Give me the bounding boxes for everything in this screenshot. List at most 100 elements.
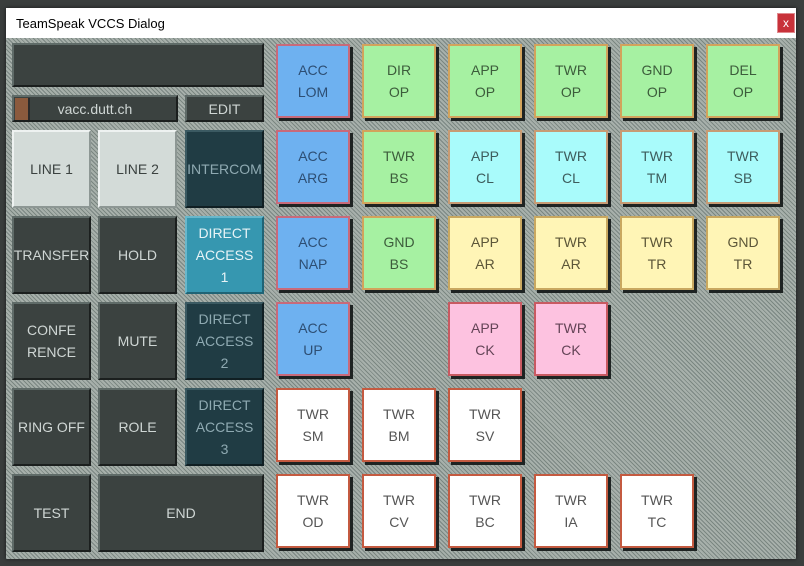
- display-field: [12, 43, 264, 87]
- station-twr-tm-button[interactable]: TWR TM: [620, 130, 694, 204]
- station-app-ar-button[interactable]: APP AR: [448, 216, 522, 290]
- window-title: TeamSpeak VCCS Dialog: [16, 16, 165, 31]
- station-code: CK: [475, 342, 495, 358]
- station-acc-nap-button[interactable]: ACC NAP: [276, 216, 350, 290]
- station-code: BM: [388, 428, 410, 444]
- station-dir-op-button[interactable]: DIR OP: [362, 44, 436, 118]
- direct-access-3-button[interactable]: DIRECT ACCESS 3: [185, 388, 264, 466]
- station-code: BS: [389, 170, 409, 186]
- station-twr-ia-button[interactable]: TWR IA: [534, 474, 608, 548]
- conference-button[interactable]: CONFE RENCE: [12, 302, 91, 380]
- station-twr-ar-button[interactable]: TWR AR: [534, 216, 608, 290]
- conference-line-1: CONFE: [27, 322, 76, 338]
- station-gnd-op-button[interactable]: GND OP: [620, 44, 694, 118]
- server-address: vacc.dutt.ch: [57, 100, 133, 117]
- station-code: TR: [647, 256, 667, 272]
- station-acc-arg-button[interactable]: ACC ARG: [276, 130, 350, 204]
- station-twr-od-button[interactable]: TWR OD: [276, 474, 350, 548]
- station-type: TWR: [555, 148, 587, 164]
- station-type: GND: [383, 234, 415, 250]
- station-code: SB: [733, 170, 753, 186]
- station-type: ACC: [298, 234, 328, 250]
- station-del-op-button[interactable]: DEL OP: [706, 44, 780, 118]
- close-button[interactable]: x: [777, 13, 795, 33]
- station-code: CV: [389, 514, 409, 530]
- station-type: TWR: [555, 492, 587, 508]
- station-type: TWR: [297, 406, 329, 422]
- station-twr-sb-button[interactable]: TWR SB: [706, 130, 780, 204]
- station-twr-op-button[interactable]: TWR OP: [534, 44, 608, 118]
- intercom-button[interactable]: INTERCOM: [185, 130, 264, 208]
- station-type: DIR: [386, 62, 412, 78]
- station-code: BS: [389, 256, 409, 272]
- station-type: TWR: [469, 406, 501, 422]
- station-acc-up-button[interactable]: ACC UP: [276, 302, 350, 376]
- station-twr-bm-button[interactable]: TWR BM: [362, 388, 436, 462]
- direct-access-3-line-1: DIRECT: [198, 397, 251, 413]
- direct-access-3-line-3: 3: [220, 441, 229, 457]
- station-type: APP: [470, 320, 499, 336]
- station-code: OP: [560, 84, 582, 100]
- station-code: UP: [303, 342, 323, 358]
- station-code: CK: [561, 342, 581, 358]
- station-code: OD: [302, 514, 324, 530]
- station-type: TWR: [555, 62, 587, 78]
- transfer-button[interactable]: TRANSFER: [12, 216, 91, 294]
- station-twr-tr-button[interactable]: TWR TR: [620, 216, 694, 290]
- station-twr-tc-button[interactable]: TWR TC: [620, 474, 694, 548]
- direct-access-3-line-2: ACCESS: [195, 419, 254, 435]
- direct-access-1-line-3: 1: [220, 269, 229, 285]
- station-type: APP: [470, 148, 499, 164]
- connection-status-indicator: [15, 98, 30, 120]
- station-twr-bs-button[interactable]: TWR BS: [362, 130, 436, 204]
- station-type: TWR: [383, 492, 415, 508]
- station-gnd-bs-button[interactable]: GND BS: [362, 216, 436, 290]
- direct-access-2-button[interactable]: DIRECT ACCESS 2: [185, 302, 264, 380]
- station-type: TWR: [383, 406, 415, 422]
- station-type: ACC: [298, 148, 328, 164]
- station-type: TWR: [641, 234, 673, 250]
- station-twr-sm-button[interactable]: TWR SM: [276, 388, 350, 462]
- direct-access-1-button[interactable]: DIRECT ACCESS 1: [185, 216, 264, 294]
- station-twr-bc-button[interactable]: TWR BC: [448, 474, 522, 548]
- station-type: TWR: [641, 148, 673, 164]
- ring-off-button[interactable]: RING OFF: [12, 388, 91, 466]
- role-button[interactable]: ROLE: [98, 388, 177, 466]
- station-code: IA: [564, 514, 578, 530]
- station-app-cl-button[interactable]: APP CL: [448, 130, 522, 204]
- line-2-button[interactable]: LINE 2: [98, 130, 177, 208]
- station-code: OP: [732, 84, 754, 100]
- station-code: CL: [476, 170, 494, 186]
- station-app-ck-button[interactable]: APP CK: [448, 302, 522, 376]
- station-twr-cl-button[interactable]: TWR CL: [534, 130, 608, 204]
- test-button[interactable]: TEST: [12, 474, 91, 552]
- station-twr-cv-button[interactable]: TWR CV: [362, 474, 436, 548]
- vccs-dialog-window: TeamSpeak VCCS Dialog x vacc.dutt.ch EDI…: [6, 8, 796, 559]
- station-code: NAP: [298, 256, 328, 272]
- direct-access-2-line-1: DIRECT: [198, 311, 251, 327]
- edit-button[interactable]: EDIT: [185, 95, 264, 122]
- mute-button[interactable]: MUTE: [98, 302, 177, 380]
- station-code: SV: [475, 428, 495, 444]
- station-code: CL: [562, 170, 580, 186]
- station-code: OP: [474, 84, 496, 100]
- line-1-button[interactable]: LINE 1: [12, 130, 91, 208]
- station-acc-lom-button[interactable]: ACC LOM: [276, 44, 350, 118]
- end-button[interactable]: END: [98, 474, 264, 552]
- station-type: TWR: [555, 320, 587, 336]
- station-gnd-tr-button[interactable]: GND TR: [706, 216, 780, 290]
- station-type: APP: [470, 62, 499, 78]
- station-code: OP: [388, 84, 410, 100]
- station-code: TR: [733, 256, 753, 272]
- station-code: OP: [646, 84, 668, 100]
- station-app-op-button[interactable]: APP OP: [448, 44, 522, 118]
- station-type: TWR: [469, 492, 501, 508]
- station-type: TWR: [641, 492, 673, 508]
- station-twr-ck-button[interactable]: TWR CK: [534, 302, 608, 376]
- station-twr-sv-button[interactable]: TWR SV: [448, 388, 522, 462]
- station-code: BC: [475, 514, 495, 530]
- station-type: GND: [727, 234, 759, 250]
- station-type: ACC: [298, 320, 328, 336]
- hold-button[interactable]: HOLD: [98, 216, 177, 294]
- station-type: ACC: [298, 62, 328, 78]
